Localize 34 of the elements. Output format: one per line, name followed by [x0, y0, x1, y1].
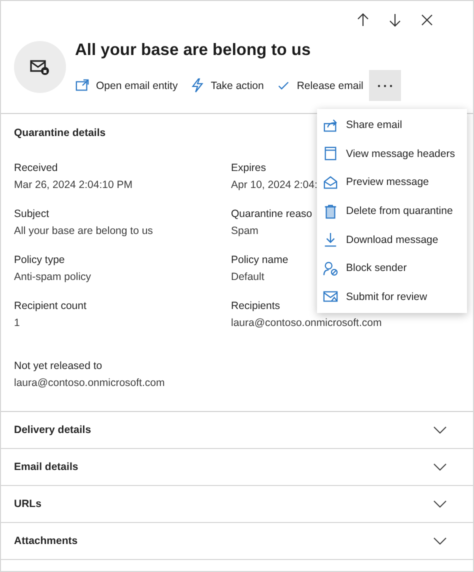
field-value: Mar 26, 2024 2:04:10 PM [14, 178, 132, 193]
action-button[interactable]: Release email [276, 70, 364, 101]
menu-item[interactable]: Submit for review [317, 282, 467, 312]
menu-item[interactable]: Block sender [317, 254, 467, 283]
action-button[interactable]: Take action [190, 70, 264, 101]
field-value: 1 [14, 316, 20, 331]
field-value: Apr 10, 2024 2:04: [231, 178, 318, 193]
field-label: Not yet released to [14, 359, 102, 374]
field-value: laura@contoso.onmicrosoft.com [14, 376, 165, 391]
field-label: Policy name [231, 253, 288, 268]
action-button[interactable]: Open email entity [75, 70, 178, 101]
panel-title: All your base are belong to us [75, 40, 312, 61]
field-value: Anti-spam policy [14, 270, 92, 285]
menu-item[interactable]: View message headers [317, 140, 467, 168]
accordion-header[interactable]: Attachments [1, 523, 473, 560]
menu-item[interactable]: Share email [317, 111, 467, 140]
field-value: Default [231, 270, 264, 285]
accordion-header[interactable]: URLs [1, 486, 473, 523]
field-label: Policy type [14, 253, 65, 268]
accordion-header[interactable]: Delivery details [1, 412, 473, 449]
field-value: laura@contoso.onmicrosoft.com [231, 316, 382, 331]
field-label: Subject [14, 207, 50, 222]
field-label: Recipient count [14, 299, 86, 314]
field-label: Quarantine reaso [231, 207, 312, 222]
menu-item[interactable]: Preview message [317, 168, 467, 197]
accordion-header[interactable]: Email details [1, 449, 473, 486]
field-label: Received [14, 161, 58, 176]
field-label: Recipients [231, 299, 280, 314]
section-title: Quarantine details [14, 126, 106, 141]
field-value: Spam [231, 224, 258, 239]
field-value: All your base are belong to us [14, 224, 153, 239]
menu-item[interactable]: Delete from quarantine [317, 196, 467, 226]
field-label: Expires [231, 161, 266, 176]
menu-item[interactable]: Download message [317, 225, 467, 254]
